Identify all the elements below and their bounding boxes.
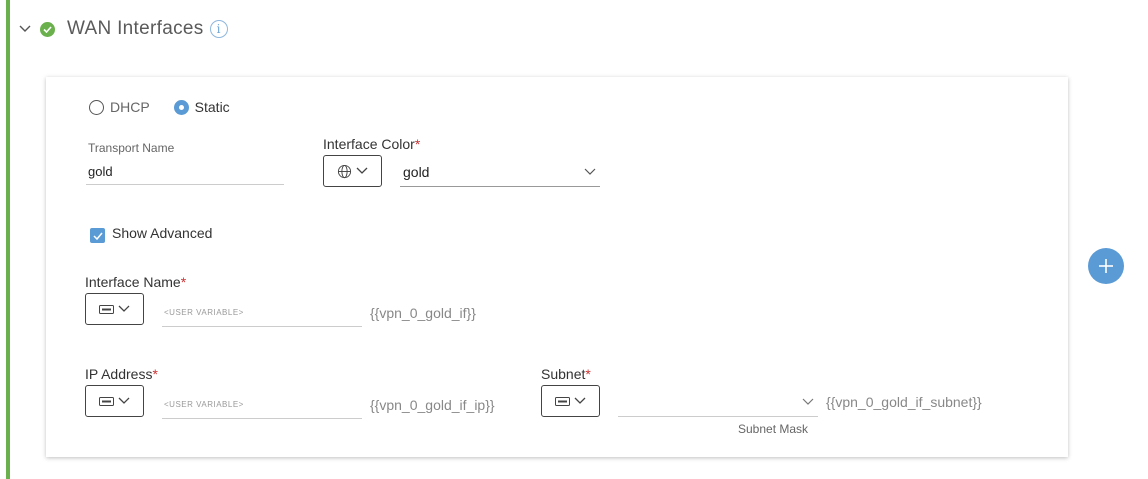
- interface-name-label: Interface Name*: [85, 274, 187, 290]
- dhcp-radio[interactable]: [89, 99, 104, 115]
- chevron-down-icon: [118, 397, 130, 404]
- plus-icon: [1099, 259, 1113, 273]
- chevron-down-icon: [118, 305, 130, 312]
- wan-interface-card: DHCP Static Transport Name Interface Col…: [46, 77, 1068, 457]
- chevron-down-icon: [584, 168, 596, 175]
- section-accent-bar: [6, 0, 10, 479]
- info-icon[interactable]: i: [209, 20, 228, 38]
- variable-icon: [99, 304, 114, 314]
- success-check-icon: [40, 21, 55, 37]
- subnet-label: Subnet*: [541, 366, 591, 382]
- subnet-mask-select[interactable]: [618, 387, 818, 417]
- ip-address-input[interactable]: [162, 391, 362, 419]
- ip-address-variable: {{vpn_0_gold_if_ip}}: [370, 397, 495, 413]
- interface-name-variable: {{vpn_0_gold_if}}: [370, 305, 476, 321]
- ip-mode-radio-group: DHCP Static: [89, 99, 254, 115]
- variable-icon: [555, 396, 570, 406]
- subnet-mask-caption: Subnet Mask: [738, 422, 809, 436]
- section-header[interactable]: WAN Interfaces i: [18, 14, 228, 44]
- transport-name-label: Transport Name: [88, 141, 175, 155]
- static-radio-label[interactable]: Static: [195, 99, 230, 115]
- transport-name-input[interactable]: [86, 159, 284, 185]
- dhcp-radio-label[interactable]: DHCP: [110, 99, 150, 115]
- globe-icon: [337, 164, 352, 178]
- interface-color-icon-dropdown[interactable]: [323, 155, 382, 187]
- interface-color-label: Interface Color*: [323, 136, 421, 152]
- show-advanced-label[interactable]: Show Advanced: [112, 225, 212, 241]
- variable-icon: [99, 396, 114, 406]
- add-interface-button[interactable]: [1088, 248, 1124, 284]
- chevron-down-icon: [802, 398, 814, 405]
- section-title: WAN Interfaces: [67, 18, 204, 39]
- chevron-down-icon: [356, 167, 368, 174]
- ip-address-type-dropdown[interactable]: [85, 385, 144, 417]
- interface-name-type-dropdown[interactable]: [85, 293, 144, 325]
- subnet-type-dropdown[interactable]: [541, 385, 600, 417]
- chevron-down-icon: [574, 397, 586, 404]
- ip-address-label: IP Address*: [85, 366, 158, 382]
- subnet-variable: {{vpn_0_gold_if_subnet}}: [826, 394, 982, 410]
- interface-color-value: gold: [403, 163, 430, 180]
- interface-name-input[interactable]: [162, 299, 362, 327]
- chevron-down-icon[interactable]: [18, 22, 32, 36]
- show-advanced-checkbox[interactable]: [90, 228, 105, 243]
- static-radio[interactable]: [173, 99, 189, 115]
- interface-color-select[interactable]: gold: [400, 157, 600, 187]
